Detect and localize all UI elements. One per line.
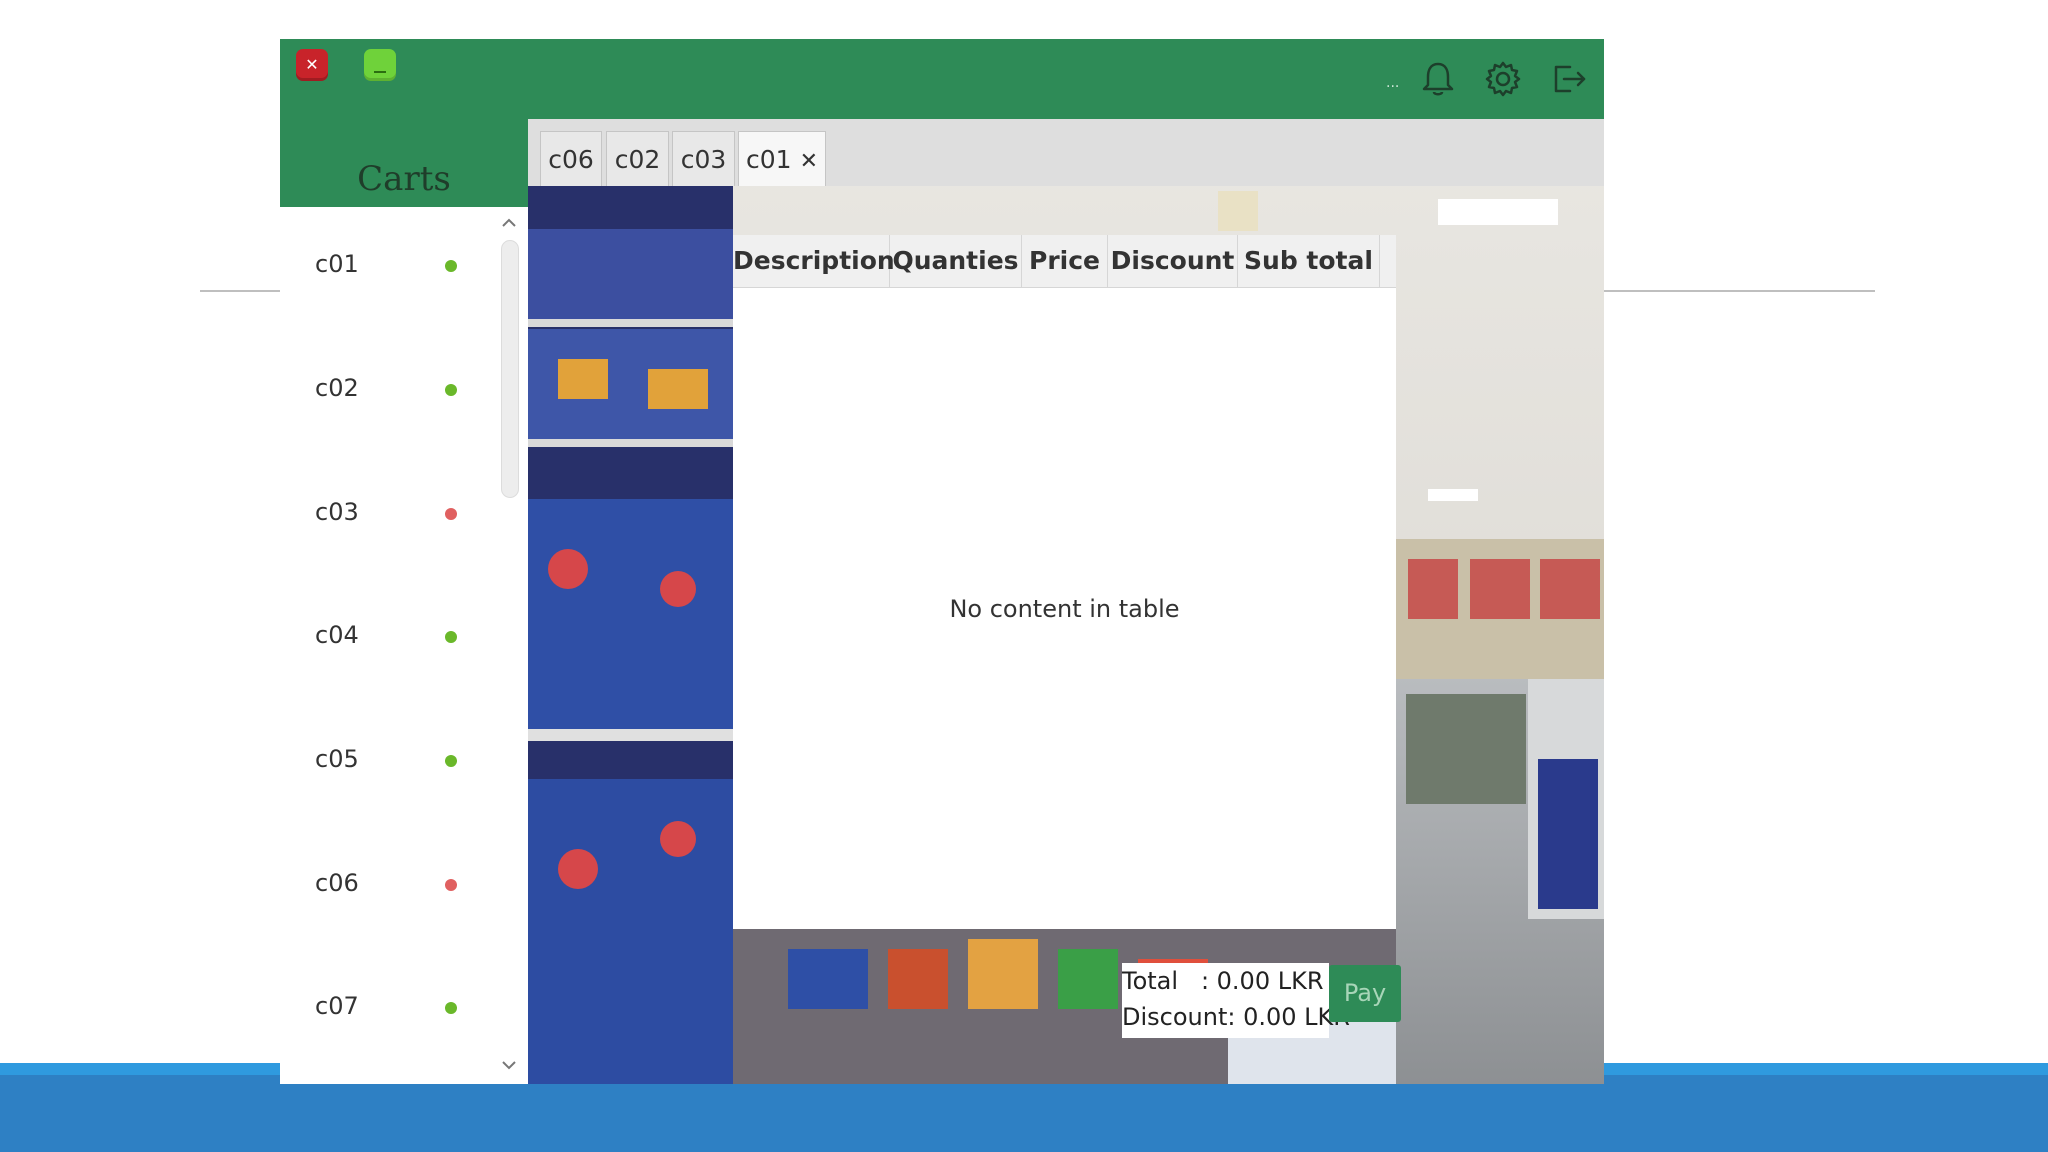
- pay-button[interactable]: Pay: [1329, 965, 1401, 1022]
- column-header-discount[interactable]: Discount: [1108, 235, 1238, 287]
- tab-label: c06: [548, 145, 594, 174]
- status-dot: [445, 508, 457, 520]
- minimize-window-button[interactable]: [364, 49, 396, 81]
- slide-divider-right: [1600, 290, 1875, 292]
- tab-c02[interactable]: c02: [606, 131, 669, 186]
- table-header: Description Quanties Price Discount Sub …: [733, 235, 1396, 288]
- column-header-quantities[interactable]: Quanties: [890, 235, 1022, 287]
- discount-amount: Discount: 0.00 LKR: [1122, 1003, 1350, 1031]
- cart-list: c01 c02 c03 c04 c05 c06 c07: [280, 207, 528, 1084]
- cart-item-c01[interactable]: c01: [280, 250, 510, 350]
- cart-tab-bar: c06 c02 c03 c01 ✕: [528, 119, 1604, 186]
- tab-c01[interactable]: c01 ✕: [738, 131, 826, 186]
- bell-icon[interactable]: [1418, 59, 1458, 99]
- cart-item-c06[interactable]: c06: [280, 869, 510, 969]
- cart-item-c05[interactable]: c05: [280, 745, 510, 845]
- column-header-subtotal[interactable]: Sub total: [1238, 235, 1380, 287]
- cart-label: c02: [315, 374, 359, 402]
- cart-item-c03[interactable]: c03: [280, 498, 510, 598]
- scrollbar-thumb[interactable]: [501, 240, 519, 498]
- gear-icon[interactable]: [1483, 59, 1523, 99]
- cart-items-table: Description Quanties Price Discount Sub …: [733, 235, 1396, 929]
- logout-icon[interactable]: [1548, 59, 1588, 99]
- cart-label: c05: [315, 745, 359, 773]
- cart-label: c06: [315, 869, 359, 897]
- sidebar-title: Carts: [357, 159, 451, 199]
- cart-label: c07: [315, 992, 359, 1020]
- column-header-price[interactable]: Price: [1022, 235, 1108, 287]
- pos-app-window: ✕ ... Carts c01 c02 c03 c04 c05 c06 c07 …: [280, 39, 1604, 1084]
- tab-label: c01: [746, 145, 792, 174]
- status-dot: [445, 384, 457, 396]
- sidebar-header: Carts: [280, 119, 528, 207]
- cart-label: c01: [315, 250, 359, 278]
- cart-label: c04: [315, 621, 359, 649]
- status-dot: [445, 631, 457, 643]
- status-dot: [445, 1002, 457, 1014]
- more-indicator: ...: [1386, 75, 1400, 91]
- tab-c06[interactable]: c06: [540, 131, 602, 186]
- tab-label: c03: [680, 145, 727, 174]
- slide-divider-left: [200, 290, 290, 292]
- status-dot: [445, 755, 457, 767]
- column-header-description[interactable]: Description: [733, 235, 895, 287]
- status-dot: [445, 260, 457, 272]
- chevron-up-icon[interactable]: [500, 217, 518, 229]
- total-amount: Total : 0.00 LKR: [1122, 967, 1324, 995]
- cart-item-c02[interactable]: c02: [280, 374, 510, 474]
- title-bar: ✕ ...: [280, 39, 1604, 119]
- cart-item-c04[interactable]: c04: [280, 621, 510, 721]
- tab-label: c02: [614, 145, 661, 174]
- cart-main-area: c06 c02 c03 c01 ✕ Description Quanties Pr…: [528, 119, 1604, 1084]
- tab-c03[interactable]: c03: [672, 131, 735, 186]
- cart-item-c07[interactable]: c07: [280, 992, 510, 1084]
- cart-label: c03: [315, 498, 359, 526]
- empty-table-message: No content in table: [949, 595, 1180, 623]
- close-window-button[interactable]: ✕: [296, 49, 328, 81]
- status-dot: [445, 879, 457, 891]
- totals-summary: Total : 0.00 LKR Discount: 0.00 LKR: [1122, 963, 1350, 1038]
- chevron-down-icon[interactable]: [500, 1059, 518, 1071]
- close-tab-icon[interactable]: ✕: [800, 149, 818, 174]
